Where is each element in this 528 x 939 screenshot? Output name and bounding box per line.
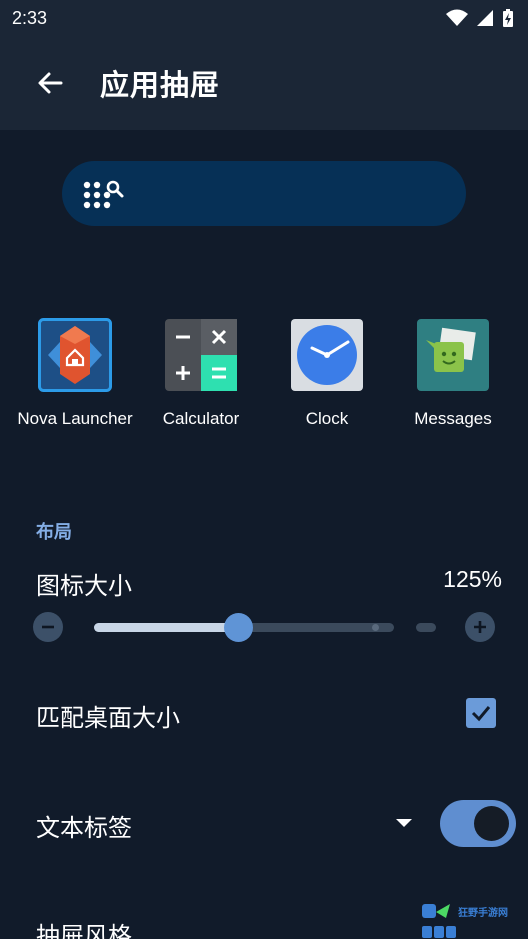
app-item-nova-launcher[interactable]: Nova Launcher [12, 318, 138, 438]
watermark: 狂野手游网 [420, 902, 524, 939]
toggle-knob [474, 806, 509, 841]
drawer-style-label[interactable]: 抽屉风格 [36, 916, 132, 939]
battery-charging-icon [503, 9, 513, 27]
text-labels-label: 文本标签 [36, 814, 132, 842]
app-preview-row: Nova Launcher Calculator Clock Messages [0, 318, 528, 438]
back-button[interactable] [20, 53, 80, 113]
app-label: Calculator [162, 409, 240, 428]
icon-size-label: 图标大小 [36, 572, 132, 600]
match-desktop-size-label: 匹配桌面大小 [36, 704, 180, 732]
signal-icon [477, 10, 493, 26]
text-labels-dropdown-arrow-icon[interactable] [396, 819, 412, 827]
calculator-icon [164, 318, 238, 392]
status-time: 2:33 [12, 7, 48, 28]
icon-size-value: 125% [443, 566, 502, 592]
text-labels-toggle[interactable] [440, 800, 516, 847]
watermark-text: 狂野手游网 [458, 908, 508, 919]
app-label: Messages [414, 409, 492, 428]
section-header-layout: 布局 [36, 522, 72, 543]
app-item-messages[interactable]: Messages [390, 318, 516, 438]
match-desktop-size-checkbox[interactable] [466, 698, 496, 728]
minus-icon [42, 625, 54, 629]
wifi-icon [446, 9, 468, 26]
decrease-icon-size-button[interactable] [33, 612, 63, 642]
app-label: Clock [305, 409, 349, 428]
app-bar: 应用抽屉 [0, 36, 528, 130]
search-bar[interactable] [62, 161, 466, 226]
dots-search-icon [83, 180, 124, 208]
clock-icon [290, 318, 364, 392]
app-item-calculator[interactable]: Calculator [138, 318, 264, 438]
plus-icon [474, 621, 486, 633]
checkmark-icon [471, 706, 491, 722]
arrow-left-icon [38, 72, 63, 94]
page-title: 应用抽屉 [100, 68, 221, 102]
app-item-clock[interactable]: Clock [264, 318, 390, 438]
watermark-logo-icon [422, 904, 456, 938]
slider-step-marker [372, 624, 379, 631]
increase-icon-size-button[interactable] [465, 612, 495, 642]
app-label: Nova Launcher [17, 409, 133, 428]
slider-track-end [416, 623, 436, 632]
status-icons [446, 8, 514, 28]
icon-size-slider-thumb[interactable] [223, 613, 253, 642]
status-bar: 2:33 [0, 0, 528, 36]
nova-launcher-icon [38, 318, 112, 392]
messages-icon [416, 318, 490, 392]
icon-size-slider-fill [94, 623, 238, 632]
